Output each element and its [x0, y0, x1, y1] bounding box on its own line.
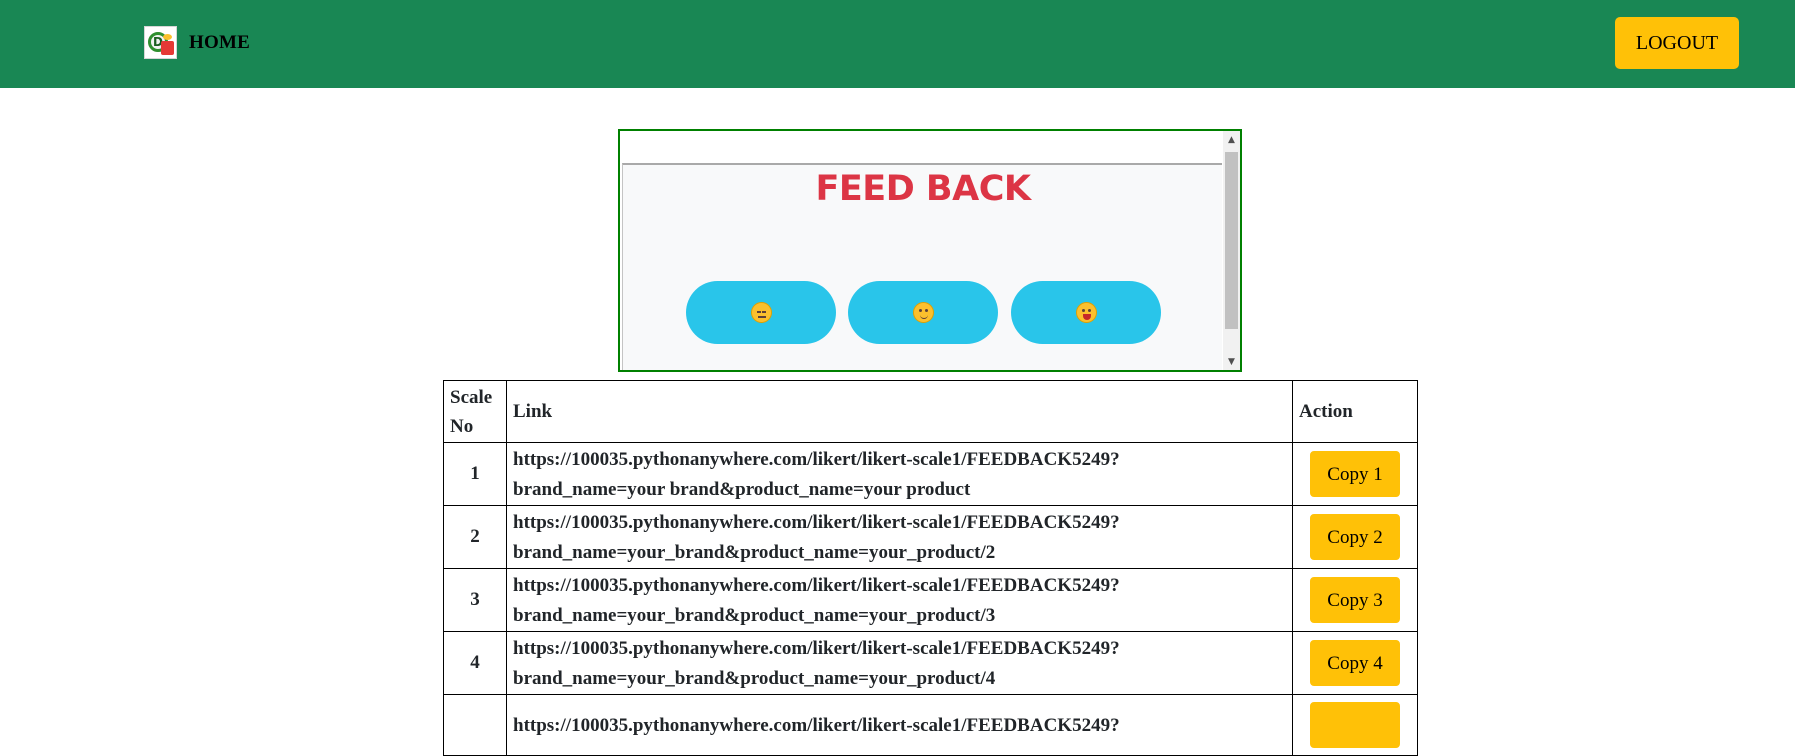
- header-scale-no: Scale No: [443, 380, 507, 443]
- rating-button-neutral[interactable]: [848, 281, 998, 344]
- copy-button[interactable]: Copy 1: [1310, 451, 1400, 497]
- copy-button[interactable]: Copy 3: [1310, 577, 1400, 623]
- scale-link: https://100035.pythonanywhere.com/likert…: [506, 568, 1293, 632]
- scale-links-table: Scale No Link Action 1 https://100035.pyt…: [443, 380, 1418, 756]
- scale-link: https://100035.pythonanywhere.com/likert…: [506, 694, 1293, 756]
- home-link[interactable]: D HOME: [144, 25, 250, 60]
- header-action: Action: [1292, 380, 1418, 443]
- scale-number: 1: [443, 442, 507, 506]
- feedback-card: FEED BACK: [622, 163, 1222, 370]
- table-row: 3 https://100035.pythonanywhere.com/like…: [443, 568, 1418, 632]
- rating-button-happy[interactable]: [1011, 281, 1161, 344]
- rating-button-sad[interactable]: [686, 281, 836, 344]
- copy-button[interactable]: [1310, 702, 1400, 748]
- table-header-row: Scale No Link Action: [443, 380, 1418, 443]
- table-row: https://100035.pythonanywhere.com/likert…: [443, 694, 1418, 756]
- brand-logo-icon: D: [144, 26, 177, 59]
- scroll-down-arrow-icon[interactable]: ▼: [1223, 353, 1240, 370]
- logout-button[interactable]: LOGOUT: [1615, 17, 1739, 69]
- header-link: Link: [506, 380, 1293, 443]
- copy-button[interactable]: Copy 2: [1310, 514, 1400, 560]
- scale-link: https://100035.pythonanywhere.com/likert…: [506, 442, 1293, 506]
- table-row: 2 https://100035.pythonanywhere.com/like…: [443, 505, 1418, 569]
- top-navbar: D HOME LOGOUT: [0, 0, 1795, 88]
- pensive-face-icon: [750, 302, 772, 323]
- scroll-up-arrow-icon[interactable]: ▲: [1223, 131, 1240, 148]
- scrollbar-thumb[interactable]: [1225, 152, 1238, 329]
- copy-button[interactable]: Copy 4: [1310, 640, 1400, 686]
- frame-scrollbar[interactable]: ▲ ▼: [1223, 131, 1240, 370]
- home-label: HOME: [189, 31, 250, 53]
- smiling-face-icon: [912, 302, 934, 323]
- scale-number: 4: [443, 631, 507, 695]
- feedback-preview-frame[interactable]: FEED BACK ▲ ▼: [618, 129, 1242, 372]
- scale-link: https://100035.pythonanywhere.com/likert…: [506, 505, 1293, 569]
- scale-number: 3: [443, 568, 507, 632]
- scale-number: [443, 694, 507, 756]
- laughing-face-icon: [1075, 302, 1097, 323]
- table-row: 1 https://100035.pythonanywhere.com/like…: [443, 442, 1418, 506]
- scale-number: 2: [443, 505, 507, 569]
- table-row: 4 https://100035.pythonanywhere.com/like…: [443, 631, 1418, 695]
- feedback-title: FEED BACK: [815, 169, 1031, 209]
- scale-link: https://100035.pythonanywhere.com/likert…: [506, 631, 1293, 695]
